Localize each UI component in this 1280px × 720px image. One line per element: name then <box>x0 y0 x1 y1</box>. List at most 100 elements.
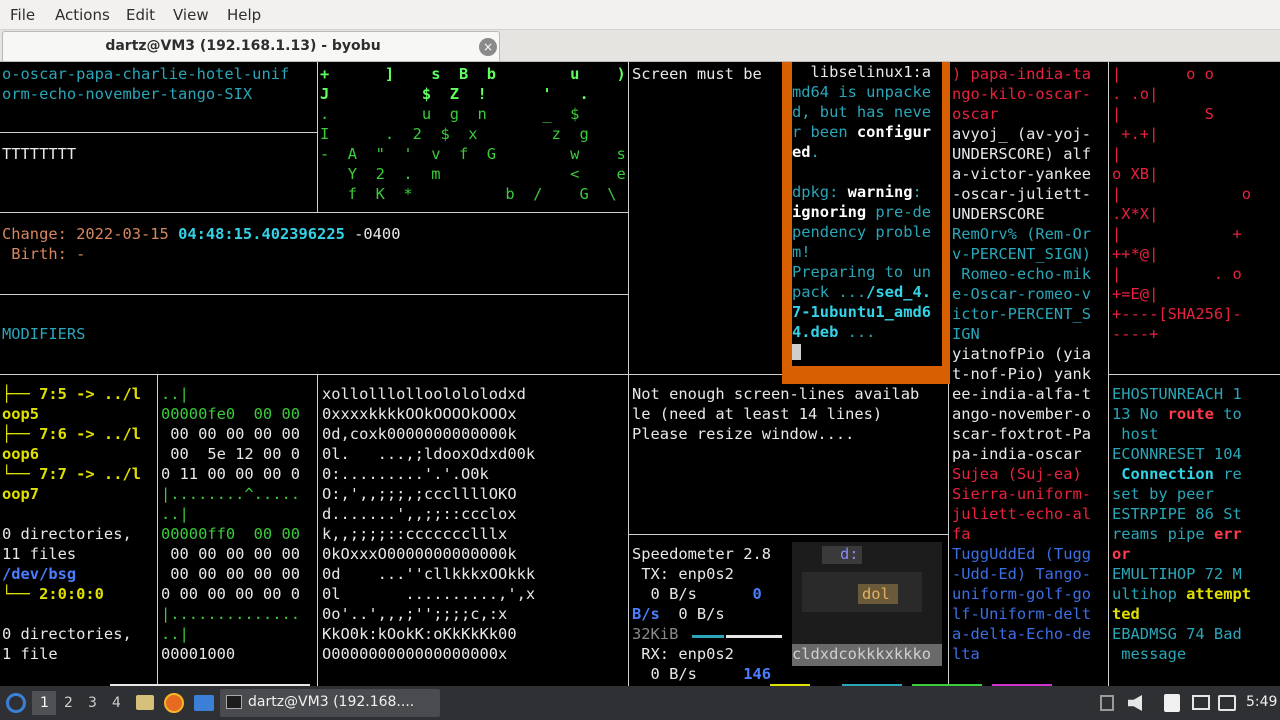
pane-errno: EHOSTUNREACH 1 13 No route to host ECONN… <box>1112 384 1278 684</box>
terminal-line: ..| <box>161 625 189 643</box>
text-segment: ed <box>792 143 811 161</box>
workspace-2[interactable]: 2 <box>64 695 73 711</box>
pane-divider <box>317 374 318 686</box>
terminal-line: a-victor-yankee <box>952 165 1091 183</box>
pane-screen-warning: Screen must be <box>632 64 782 372</box>
terminal-line: 1 file <box>2 645 58 663</box>
terminal-line: 0 directories, <box>2 625 132 643</box>
text-segment: . <box>810 143 820 161</box>
workspace-4[interactable]: 4 <box>112 695 121 711</box>
cursor-block <box>792 344 801 360</box>
menu-edit[interactable]: Edit <box>126 6 155 24</box>
terminal-line: +=E@| <box>1112 285 1159 303</box>
terminal-line: -Udd-Ed) Tango- <box>952 565 1091 583</box>
terminal-line: 00 00 00 00 00 <box>161 425 300 443</box>
terminal-line: uniform-golf-go <box>952 585 1091 603</box>
taskbar-terminal-button[interactable]: dartz@VM3 (192.168.... <box>220 689 440 717</box>
terminal-line: ignoring pre-de <box>792 202 942 222</box>
menu-help[interactable]: Help <box>227 6 261 24</box>
close-icon[interactable]: × <box>479 38 497 56</box>
clock[interactable]: 5:49 <box>1246 694 1277 710</box>
terminal-line: EBADMSG 74 Bad <box>1112 625 1242 643</box>
terminal-line: Sujea (Suj-ea) <box>952 465 1082 483</box>
display-icon[interactable] <box>1192 695 1210 710</box>
terminal-line: J $ Z ! ' . H <box>320 85 626 103</box>
terminal-line: lf-Uniform-delt <box>952 605 1091 623</box>
terminal-line: 0 directories, <box>2 525 132 543</box>
terminal-line: EMULTIHOP 72 M <box>1112 565 1242 583</box>
terminal-line: ted <box>1112 605 1140 623</box>
terminal-line: IGN <box>952 325 980 343</box>
start-menu-icon[interactable] <box>6 693 26 713</box>
terminal-line: 0d,coxk0000000000000k <box>322 425 517 443</box>
pane-divider <box>157 374 158 686</box>
terminal-line: B/s 0 B/s <box>632 604 788 624</box>
terminal-line: ├── 7:5 -> ../l <box>2 385 141 403</box>
terminal-line: | <box>1112 145 1122 163</box>
terminal-line: le (need at least 14 lines) <box>632 405 883 423</box>
terminal-line: fa <box>952 525 971 543</box>
terminal-line: TuggUddEd (Tugg <box>952 545 1091 563</box>
menu-actions[interactable]: Actions <box>55 6 110 24</box>
network-icon[interactable] <box>1218 695 1236 711</box>
volume-icon[interactable] <box>1128 695 1142 711</box>
change-label: Change: 2022-03-15 <box>2 225 179 243</box>
clipboard-icon[interactable] <box>1164 694 1180 712</box>
pane-divider <box>0 212 628 213</box>
terminal-line: UNDERSCORE) alf <box>952 145 1091 163</box>
pane-randomart: | o o . .o| | S +.+| | o XB| | o .X*X| |… <box>1112 64 1278 372</box>
terminal-line: o-oscar-papa-charlie-hotel-unif <box>2 65 290 83</box>
terminal-tab[interactable]: dartz@VM3 (192.168.1.13) - byobu × <box>2 31 500 61</box>
text-segment: pack ... <box>792 283 867 301</box>
terminal-line: 0xxxxkkkkOOkOOOOkOOOx <box>322 405 517 423</box>
terminal-area[interactable]: o-oscar-papa-charlie-hotel-unif orm-echo… <box>0 62 1280 686</box>
terminal-line: r been configur <box>792 122 942 142</box>
terminal-line: ECONNRESET 104 <box>1112 445 1242 463</box>
terminal-line: Screen must be <box>632 65 762 83</box>
terminal-line: EHOSTUNREACH 1 <box>1112 385 1242 403</box>
terminal-line: 11 files <box>2 545 77 563</box>
terminal-line: ee-india-alfa-t <box>952 385 1091 403</box>
terminal-line: Preparing to un <box>792 263 931 281</box>
file-manager-icon[interactable] <box>136 695 154 710</box>
pane-speedometer: Speedometer 2.8 TX: enp0s2 0 B/s 0 B/s 0… <box>632 544 788 684</box>
terminal-line: +----[SHA256]- <box>1112 305 1242 323</box>
terminal-line: or <box>1112 545 1131 563</box>
terminal-line: a-delta-Echo-de <box>952 625 1091 643</box>
terminal-line: ictor-PERCENT_S <box>952 305 1091 323</box>
terminal-line: Romeo-echo-mik <box>952 265 1091 283</box>
terminal-line: 00 00 00 00 00 <box>161 565 300 583</box>
text-segment: Connection <box>1121 465 1214 483</box>
change-time: 04:48:15.402396225 <box>178 225 345 243</box>
terminal-line: 13 No route to <box>1112 404 1278 424</box>
terminal-line: v-PERCENT_SIGN) <box>952 245 1091 263</box>
terminal-line: O000000000000000000x <box>322 645 508 663</box>
tray-icon[interactable] <box>1100 695 1114 711</box>
workspace-1[interactable]: 1 <box>40 695 49 711</box>
terminal-line: O:,',,;;;,;cccllllOKO <box>322 485 517 503</box>
menu-file[interactable]: File <box>10 6 35 24</box>
pane-ascii-art: xollolllolloolololodxd 0xxxxkkkkOOkOOOOk… <box>322 384 627 684</box>
pane-word-list: ) papa-india-ta ngo-kilo-oscar- oscar av… <box>952 64 1106 684</box>
text-segment: attempt <box>1186 585 1252 603</box>
firefox-icon[interactable] <box>164 693 184 713</box>
text-segment: warning <box>847 183 913 201</box>
terminal-line: 00 00 00 00 00 <box>161 545 300 563</box>
terminal-line: |........^..... <box>161 485 300 503</box>
pane-hexdump: ..| 00000fe0 00 00 00 00 00 00 00 00 5e … <box>161 384 316 684</box>
show-desktop-icon[interactable] <box>194 695 214 711</box>
pane-divider <box>0 132 317 133</box>
terminal-line: - A " ' v f G w s i <box>320 145 626 163</box>
pixel-label: d: <box>840 545 859 563</box>
menu-view[interactable]: View <box>173 6 209 24</box>
pane-divider <box>1108 374 1280 375</box>
terminal-line: 0kOxxxO0000000000000k <box>322 545 517 563</box>
terminal-line: Y 2 . m < e <box>320 165 626 183</box>
text-segment: r been <box>792 123 857 141</box>
dpkg-popup[interactable]: libselinux1:a md64 is unpacke d, but has… <box>782 62 950 384</box>
terminal-line: +.+| <box>1112 125 1159 143</box>
workspace-3[interactable]: 3 <box>88 695 97 711</box>
terminal-line: o XB| <box>1112 165 1159 183</box>
terminal-line: MODIFIERS <box>2 325 86 343</box>
